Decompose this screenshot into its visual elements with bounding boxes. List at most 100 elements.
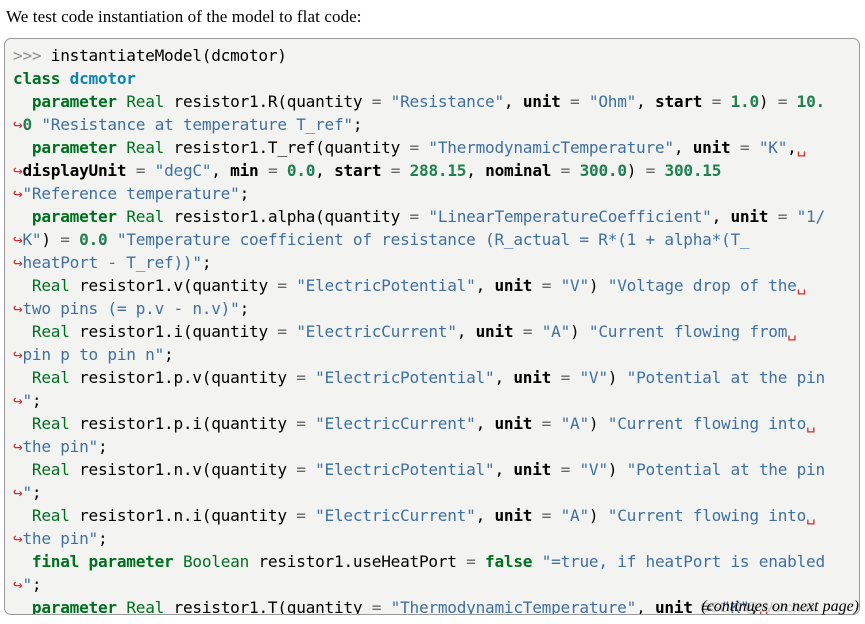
code-token-str: "A"	[560, 506, 590, 525]
document-page: We test code instantiation of the model …	[0, 0, 865, 624]
code-block: >>> instantiateModel(dcmotor) class dcmot…	[4, 38, 860, 615]
code-token-ident: displayUnit	[22, 161, 127, 180]
code-content: >>> instantiateModel(dcmotor) class dcmot…	[5, 39, 859, 615]
code-token-plain: ,	[315, 161, 335, 180]
code-token-str: "	[22, 575, 32, 594]
code-line: ↪the pin";	[13, 527, 853, 550]
code-token-kw: class	[13, 69, 61, 88]
code-token-plain: ,	[503, 92, 523, 111]
code-token-op: =	[522, 322, 542, 341]
code-token-trail: ␣	[806, 414, 816, 433]
code-token-str: "degC"	[154, 161, 212, 180]
code-token-op: =	[371, 598, 391, 615]
code-token-plain: ;	[239, 184, 250, 203]
code-token-op: =	[560, 161, 580, 180]
code-token-ident: unit	[730, 207, 769, 226]
code-token-op: =	[267, 161, 287, 180]
code-token-plain: ;	[97, 529, 108, 548]
code-token-kw: false	[485, 552, 533, 571]
code-token-op: =	[371, 92, 391, 111]
code-token-str: "ElectricCurrent"	[296, 322, 457, 341]
code-line: Real resistor1.p.v(quantity = "ElectricP…	[13, 366, 853, 389]
code-token-plain: resistor1.alpha(quantity	[164, 207, 410, 226]
code-token-kw: parameter	[88, 552, 174, 571]
code-token-str: two pins (= p.v - n.v)"	[22, 299, 240, 318]
code-token-ident: unit	[654, 598, 693, 615]
code-token-str: "V"	[579, 460, 608, 479]
code-line: ↪";	[13, 573, 853, 596]
code-token-op: =	[390, 161, 410, 180]
code-line: final parameter Boolean resistor1.useHea…	[13, 550, 853, 573]
code-token-type: Real	[126, 92, 165, 111]
code-token-str: "	[22, 483, 32, 502]
code-line: >>> instantiateModel(dcmotor)	[13, 44, 853, 67]
code-token-type: Real	[31, 368, 70, 387]
code-token-ident: unit	[522, 92, 561, 111]
code-token-type: Real	[126, 598, 165, 615]
code-token-str: "Current flowing into	[607, 414, 807, 433]
code-token-plain: resistor1.T(quantity	[164, 598, 372, 615]
code-token-op: =	[409, 207, 429, 226]
code-token-kw: parameter	[31, 138, 117, 157]
code-token-type: Real	[31, 322, 70, 341]
code-token-plain: resistor1.n.v(quantity	[69, 460, 297, 479]
code-line: class dcmotor	[13, 67, 853, 90]
code-token-str: "Resistance"	[390, 92, 505, 111]
code-token-plain: ,	[711, 207, 731, 226]
code-line: ↪heatPort - T_ref))";	[13, 251, 853, 274]
code-token-plain: ,	[673, 138, 693, 157]
code-token-str: "Current flowing into	[607, 506, 807, 525]
code-token-str: "LinearTemperatureCoefficient"	[428, 207, 712, 226]
code-token-op: =	[560, 460, 580, 479]
code-token-str: "ElectricCurrent"	[315, 414, 476, 433]
code-token-ident: unit	[494, 276, 533, 295]
code-token-str: "A"	[560, 414, 590, 433]
code-token-op: =	[645, 161, 665, 180]
code-token-ident: start	[334, 161, 382, 180]
code-token-ident: unit	[513, 368, 552, 387]
code-token-op: =	[296, 506, 316, 525]
code-token-op: =	[570, 92, 589, 111]
code-token-plain: ,	[475, 276, 495, 295]
code-token-plain: instantiateModel(dcmotor)	[50, 46, 287, 65]
code-line: ↪displayUnit = "degC", min = 0.0, start …	[13, 159, 853, 182]
code-token-str: pin p to pin n"	[22, 345, 165, 364]
code-token-str: "Temperature coefficient of resistance (…	[116, 230, 750, 249]
code-token-plain: resistor1.R(quantity	[164, 92, 372, 111]
code-token-str: the pin"	[22, 437, 98, 456]
code-token-op: =	[409, 138, 429, 157]
code-token-type: Boolean	[182, 552, 250, 571]
code-token-num: 10.	[796, 92, 826, 111]
code-token-op: =	[296, 368, 316, 387]
code-token-plain: ;	[164, 345, 174, 364]
code-token-op: =	[277, 276, 297, 295]
code-token-str: "Potential at the pin	[626, 368, 825, 387]
code-token-trail: ␣	[787, 322, 797, 341]
intro-paragraph: We test code instantiation of the model …	[6, 7, 362, 26]
code-line: Real resistor1.n.v(quantity = "ElectricP…	[13, 458, 853, 481]
code-token-str: "1/	[796, 207, 826, 226]
code-token-str: "ThermodynamicTemperature"	[428, 138, 674, 157]
code-token-str: "Reference temperature"	[22, 184, 240, 203]
code-token-op: =	[711, 92, 731, 111]
code-token-op: =	[466, 552, 486, 571]
code-token-kw: parameter	[31, 598, 117, 615]
code-token-str: "	[22, 391, 32, 410]
